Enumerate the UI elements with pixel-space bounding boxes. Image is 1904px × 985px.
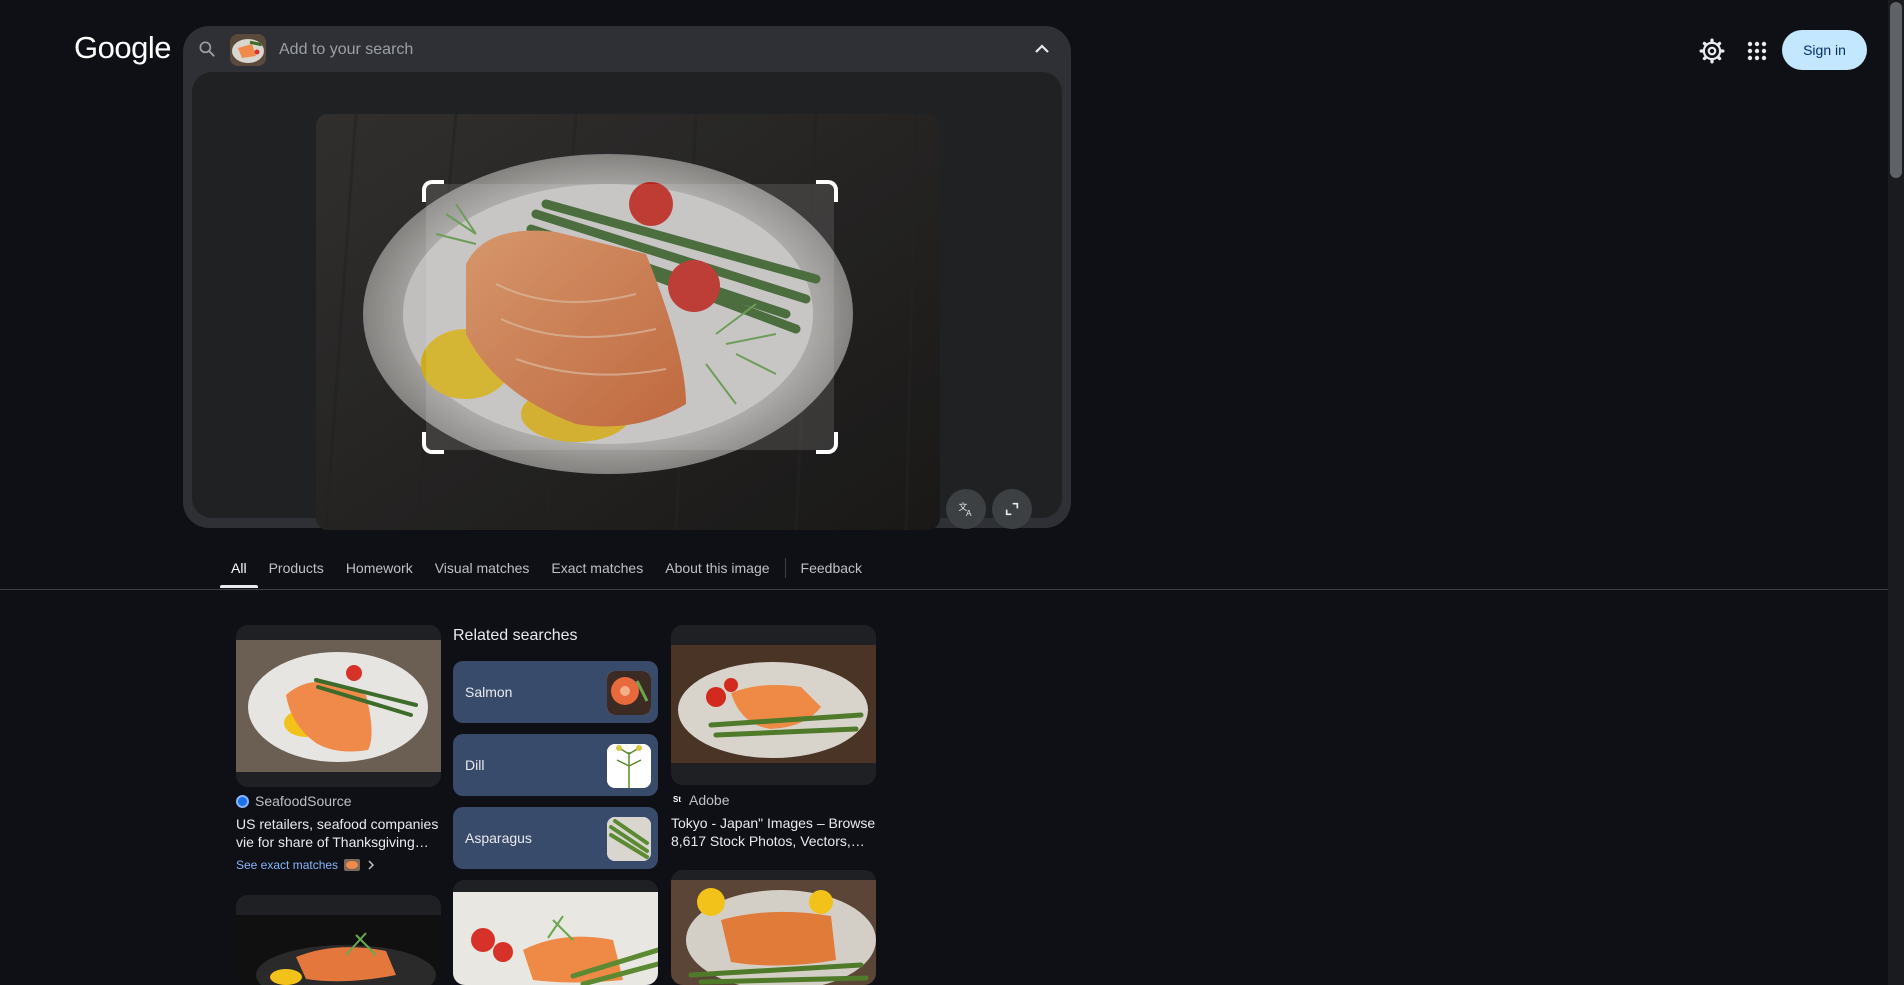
crop-handle-top-right[interactable] xyxy=(816,180,838,202)
search-box: 文 A xyxy=(183,26,1071,530)
result-source[interactable]: St Adobe xyxy=(671,792,729,808)
related-chip-salmon[interactable]: Salmon xyxy=(453,661,658,723)
chip-label: Salmon xyxy=(465,684,513,700)
adobe-favicon: St xyxy=(673,795,681,804)
expand-icon xyxy=(1005,502,1019,516)
result-card-image[interactable] xyxy=(671,625,876,785)
chip-label: Asparagus xyxy=(465,830,532,846)
result-card-image[interactable] xyxy=(236,895,441,985)
crop-handle-bottom-left[interactable] xyxy=(422,432,444,454)
scrollbar-thumb[interactable] xyxy=(1890,2,1902,178)
result-tabs: All Products Homework Visual matches Exa… xyxy=(220,558,873,588)
chip-label: Dill xyxy=(465,757,485,773)
tab-visual-matches[interactable]: Visual matches xyxy=(424,558,541,588)
chevron-up-icon[interactable] xyxy=(1030,37,1054,61)
related-chip-asparagus[interactable]: Asparagus xyxy=(453,807,658,869)
tab-homework[interactable]: Homework xyxy=(335,558,424,588)
crop-handle-bottom-right[interactable] xyxy=(816,432,838,454)
result-title[interactable]: US retailers, seafood companies vie for … xyxy=(236,815,441,851)
result-card-image[interactable] xyxy=(236,625,441,787)
sign-in-button[interactable]: Sign in xyxy=(1782,30,1867,70)
svg-text:A: A xyxy=(966,509,972,518)
tab-feedback[interactable]: Feedback xyxy=(790,558,873,588)
tab-divider xyxy=(784,558,786,578)
search-input[interactable] xyxy=(279,38,879,62)
related-searches-heading: Related searches xyxy=(453,627,578,644)
expand-button[interactable] xyxy=(992,489,1032,529)
image-panel: 文 A xyxy=(192,72,1062,530)
apps-grid-icon[interactable] xyxy=(1745,39,1769,63)
seafoodsource-favicon xyxy=(236,794,249,808)
dill-thumbnail xyxy=(607,744,651,788)
crop-handle-top-left[interactable] xyxy=(422,180,444,202)
exact-matches-label: See exact matches xyxy=(236,858,339,872)
see-exact-matches-link[interactable]: See exact matches xyxy=(236,858,376,872)
asparagus-thumbnail xyxy=(607,817,651,861)
uploaded-image xyxy=(316,114,940,530)
result-title[interactable]: Tokyo - Japan" Images – Browse 8,617 Sto… xyxy=(671,814,876,850)
translate-button[interactable]: 文 A xyxy=(946,489,986,529)
tabs-divider-line xyxy=(0,589,1888,590)
search-icon[interactable] xyxy=(197,39,217,59)
crop-selection[interactable] xyxy=(422,180,838,454)
salmon-thumbnail xyxy=(607,671,651,715)
search-row xyxy=(183,26,1071,72)
tab-exact-matches[interactable]: Exact matches xyxy=(540,558,654,588)
result-card-image[interactable] xyxy=(671,870,876,985)
result-source[interactable]: SeafoodSource xyxy=(236,793,352,809)
tab-about-this-image[interactable]: About this image xyxy=(654,558,780,588)
query-image-thumbnail[interactable] xyxy=(230,34,266,66)
source-name: SeafoodSource xyxy=(255,793,352,809)
chevron-right-icon xyxy=(368,860,375,870)
translate-icon: 文 A xyxy=(959,501,973,518)
exact-match-thumbnail-icon xyxy=(344,859,361,871)
gear-icon[interactable] xyxy=(1699,38,1725,64)
google-logo[interactable]: Google xyxy=(74,30,171,66)
related-chip-dill[interactable]: Dill xyxy=(453,734,658,796)
tab-all[interactable]: All xyxy=(220,558,258,588)
result-card-image[interactable] xyxy=(453,880,658,985)
source-name: Adobe xyxy=(689,792,730,808)
tab-products[interactable]: Products xyxy=(258,558,335,588)
